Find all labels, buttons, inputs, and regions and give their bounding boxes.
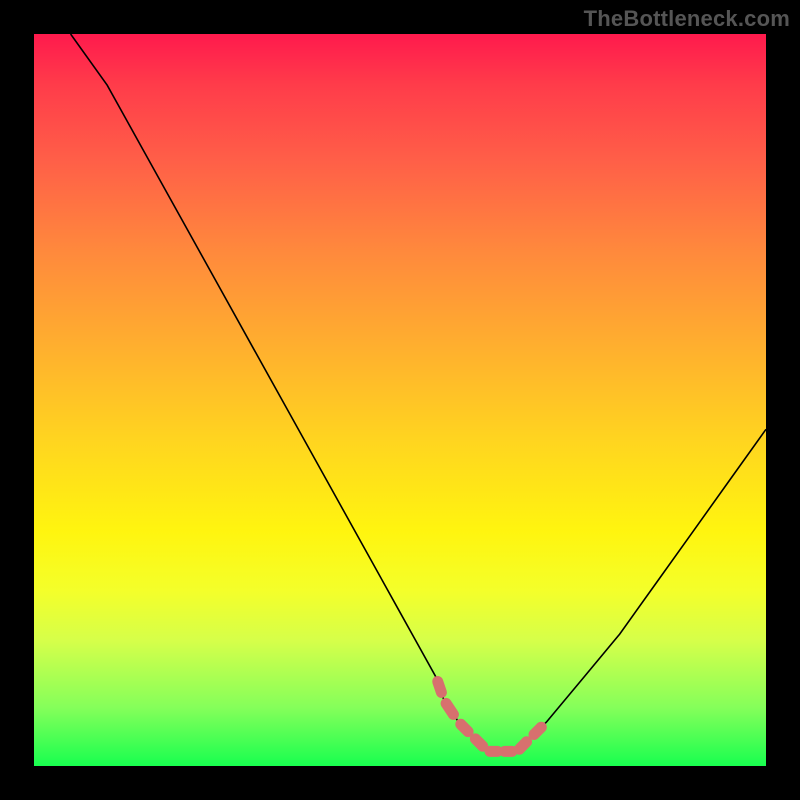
highlight-dash <box>519 742 526 749</box>
bottleneck-curve-line <box>71 34 766 751</box>
watermark-label: TheBottleneck.com <box>584 6 790 32</box>
highlight-dash <box>475 739 482 746</box>
highlight-marker-group <box>438 682 542 752</box>
highlight-dash <box>461 724 468 731</box>
plot-area <box>34 34 766 766</box>
highlight-dash <box>446 703 453 714</box>
highlight-dash <box>534 727 541 734</box>
highlight-dash <box>438 682 442 693</box>
bottleneck-curve-svg <box>34 34 766 766</box>
chart-frame: TheBottleneck.com <box>0 0 800 800</box>
